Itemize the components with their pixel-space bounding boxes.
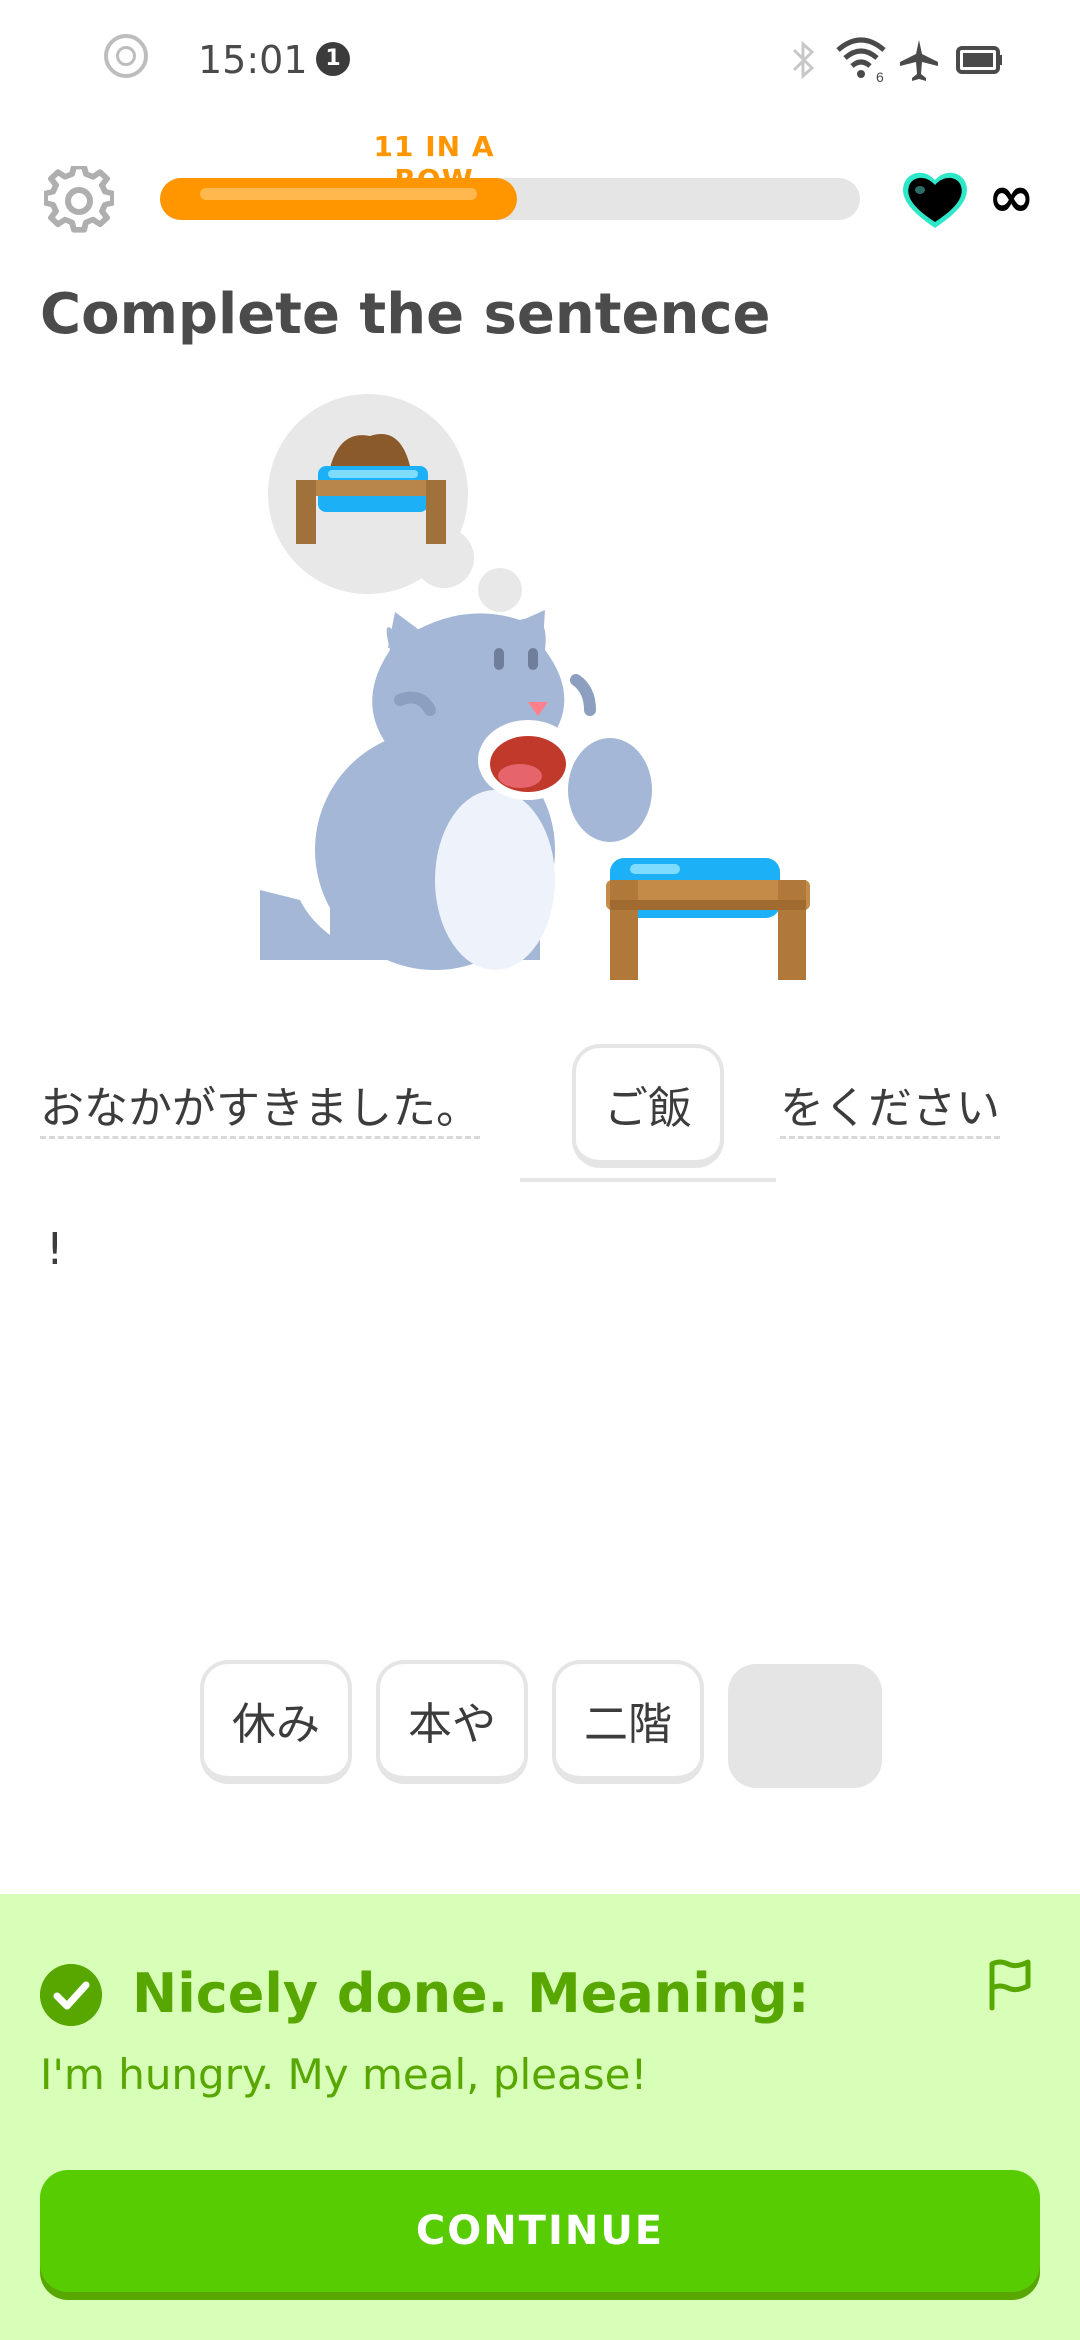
sentence-prefix: おなかがすきました。	[40, 1072, 480, 1139]
circle-indicator-icon	[104, 34, 148, 78]
status-time: 15:01	[198, 38, 308, 82]
sentence-suffix: をください	[780, 1072, 1000, 1139]
battery-icon	[956, 46, 1002, 74]
word-option-chip[interactable]: 二階	[552, 1660, 704, 1784]
wifi-icon: 6	[836, 37, 886, 84]
continue-button[interactable]: CONTINUE	[40, 2170, 1040, 2292]
settings-gear-icon[interactable]	[44, 166, 114, 236]
word-option-chip[interactable]: 本や	[376, 1660, 528, 1784]
heart-icon	[903, 172, 967, 228]
lesson-progress-bar	[160, 178, 860, 220]
feedback-meaning: I'm hungry. My meal, please!	[40, 2050, 648, 2099]
word-option-chip[interactable]: 休み	[200, 1660, 352, 1784]
status-bar: 15:01 1 6	[0, 0, 1080, 120]
report-flag-icon[interactable]	[984, 1956, 1034, 2012]
airplane-mode-icon	[900, 40, 938, 81]
notification-badge: 1	[316, 42, 350, 76]
svg-text:6: 6	[876, 69, 884, 84]
exercise-title: Complete the sentence	[40, 282, 771, 347]
answer-slot	[520, 1178, 776, 1182]
progress-shine	[200, 188, 477, 200]
feedback-title: Nicely done. Meaning:	[132, 1962, 810, 2025]
empty-word-slot	[728, 1664, 882, 1788]
selected-answer-chip[interactable]: ご飯	[572, 1044, 724, 1168]
hearts-count: ∞	[988, 165, 1035, 230]
sentence-end: !	[46, 1224, 64, 1275]
bluetooth-icon	[792, 40, 815, 80]
progress-fill	[160, 178, 517, 220]
check-circle-icon	[40, 1964, 102, 2026]
hungry-cat-illustration	[260, 394, 810, 980]
